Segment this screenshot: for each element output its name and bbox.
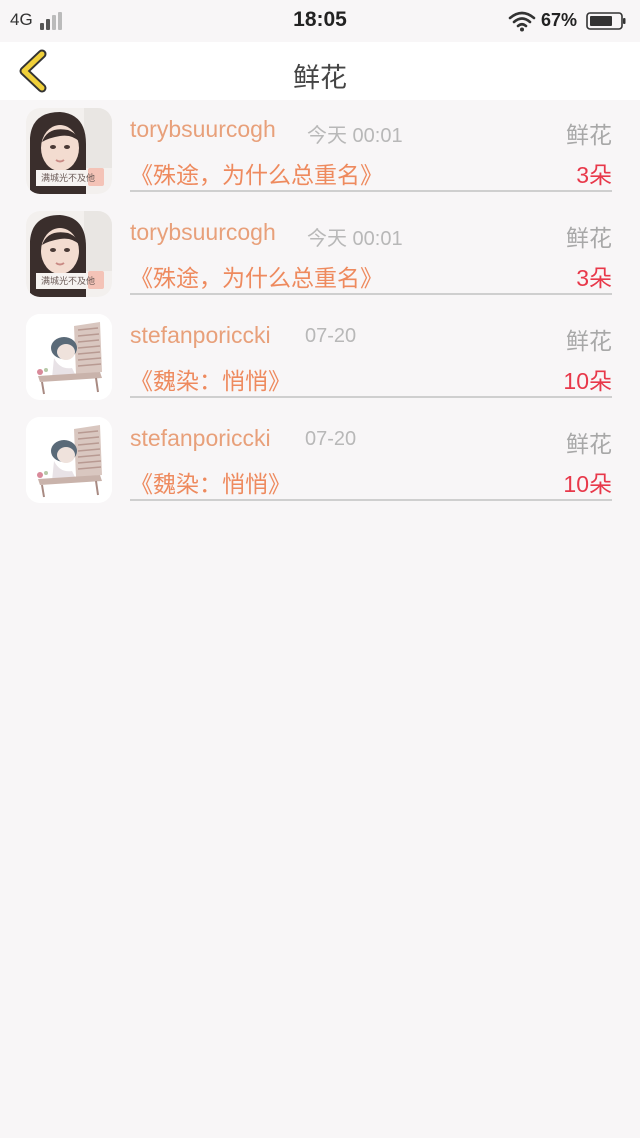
sender-name[interactable]: torybsuurcogh [130,219,276,246]
avatar[interactable] [26,314,112,400]
chevron-left-icon [19,49,47,93]
book-title[interactable]: 《魏染：悄悄》 [130,465,291,499]
list-item[interactable]: 满城光不及他 torybsuurcogh 今天 00:01 鲜花 《殊途，为什么… [0,100,640,203]
wifi-icon [508,10,536,32]
book-title[interactable]: 《魏染：悄悄》 [130,362,291,396]
gift-type: 鲜花 [566,226,612,252]
flower-record-list: 满城光不及他 torybsuurcogh 今天 00:01 鲜花 《殊途，为什么… [0,100,640,512]
sender-name[interactable]: stefanporiccki [130,425,271,452]
avatar-caption: 满城光不及他 [41,275,95,287]
book-title[interactable]: 《殊途，为什么总重名》 [130,259,383,293]
flower-count: 3朵 [576,162,612,188]
back-button[interactable] [12,48,58,94]
gift-type: 鲜花 [566,123,612,149]
book-title[interactable]: 《殊途，为什么总重名》 [130,156,383,190]
avatar[interactable]: 满城光不及他 [26,211,112,297]
avatar-caption: 满城光不及他 [41,172,95,184]
battery-icon [586,12,626,30]
divider [130,190,612,192]
avatar[interactable]: 满城光不及他 [26,108,112,194]
divider [130,396,612,398]
list-item[interactable]: 满城光不及他 torybsuurcogh 今天 00:01 鲜花 《殊途，为什么… [0,203,640,306]
flower-count: 10朵 [563,368,612,394]
flower-count: 3朵 [576,265,612,291]
list-item[interactable]: stefanporiccki 07-20 鲜花 《魏染：悄悄》 10朵 [0,306,640,409]
send-time: 今天 00:01 [307,125,403,147]
status-bar: 4G 18:05 67% [0,0,640,42]
avatar[interactable] [26,417,112,503]
page-title: 鲜花 [293,63,347,94]
gift-type: 鲜花 [566,432,612,458]
send-time: 07-20 [305,325,357,347]
divider [130,499,612,501]
sender-name[interactable]: stefanporiccki [130,322,271,349]
header: 鲜花 [0,42,640,100]
flower-count: 10朵 [563,471,612,497]
list-item[interactable]: stefanporiccki 07-20 鲜花 《魏染：悄悄》 10朵 [0,409,640,512]
send-time: 07-20 [305,428,357,450]
sender-name[interactable]: torybsuurcogh [130,116,276,143]
gift-type: 鲜花 [566,329,612,355]
send-time: 今天 00:01 [307,228,403,250]
divider [130,293,612,295]
battery-percent: 67% [541,10,578,30]
